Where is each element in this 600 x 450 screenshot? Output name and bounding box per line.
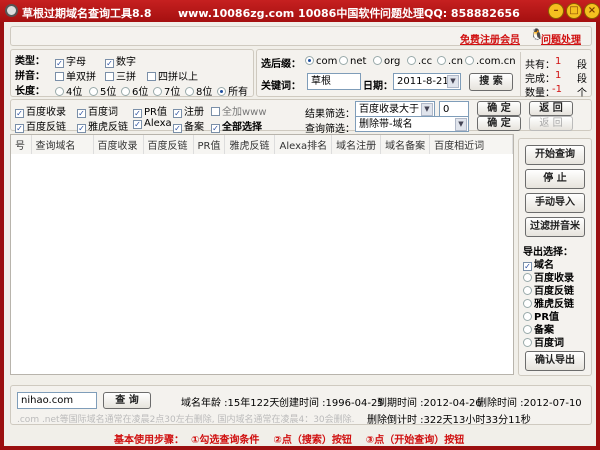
domain-age: 域名年龄 :15年122天 bbox=[181, 398, 280, 409]
manual-import-button[interactable]: 手动导入 bbox=[525, 193, 585, 213]
usage-steps: 基本使用步骤： ①勾选查询条件 ②点（搜索）按钮 ③点（开始查询）按钮 bbox=[114, 435, 465, 446]
main-window: 免费注册会员 🐧 问题处理 类型： ✓ 字母 ✓ 数字 拼音： 单双拼 三拼 四拼以… bbox=[4, 22, 596, 446]
length-4-radio[interactable]: 4位 bbox=[55, 83, 82, 98]
col-pr: PR值 bbox=[193, 135, 226, 154]
table-header: 号 查询域名 百度收录 百度反链 PR值 雅虎反链 Alexa排名 域名注册 域… bbox=[11, 135, 513, 154]
delete-date: 删除时间 :2012-07-10 bbox=[477, 398, 582, 409]
app-title: 草根过期域名查询工具8.8 bbox=[22, 7, 152, 20]
query-filter-select[interactable]: 删除带-域名 ▼ bbox=[355, 116, 469, 132]
length-8-radio[interactable]: 8位 bbox=[185, 83, 212, 98]
chevron-down-icon: ▼ bbox=[455, 118, 467, 131]
keyword-input[interactable]: 草根 bbox=[307, 73, 361, 90]
search-button[interactable]: 搜 索 bbox=[469, 73, 513, 91]
pinyin-12-checkbox[interactable]: 单双拼 bbox=[55, 68, 96, 83]
length-7-radio[interactable]: 7位 bbox=[153, 83, 180, 98]
search-group: 选后缀： com net org .cc .cn .com.cn 关键词： 草根… bbox=[256, 49, 592, 99]
delete-countdown: 删除倒计时 :322天13小时33分11秒 bbox=[367, 415, 531, 426]
result-back-button[interactable]: 返 回 bbox=[529, 101, 573, 116]
type-label: 类型： bbox=[15, 56, 45, 67]
register-link[interactable]: 免费注册会员 bbox=[460, 31, 520, 46]
start-query-button[interactable]: 开始查询 bbox=[525, 145, 585, 165]
col-index: 号 bbox=[11, 135, 32, 154]
stop-button[interactable]: 停 止 bbox=[525, 169, 585, 189]
divider bbox=[520, 52, 521, 96]
suffix-comcn-radio[interactable]: .com.cn bbox=[465, 56, 516, 67]
delete-note: .com .net等国际域名通常在凌晨2点30左右删除, 国内域名通常在凌晨4：… bbox=[17, 415, 355, 425]
pinyin-4-checkbox[interactable]: 四拼以上 bbox=[147, 68, 198, 83]
filter-alexa[interactable]: ✓ Alexa bbox=[133, 118, 172, 129]
lookup-panel: nihao.com 查 询 域名年龄 :15年122天 创建时间 :1996-0… bbox=[10, 385, 592, 426]
maximize-button[interactable]: □ bbox=[566, 3, 582, 19]
keyword-label: 关键词： bbox=[261, 81, 301, 92]
site-url: www.10086zg.com 10086中国软件 bbox=[178, 7, 381, 20]
results-table[interactable]: 号 查询域名 百度收录 百度反链 PR值 雅虎反链 Alexa排名 域名注册 域… bbox=[10, 134, 514, 375]
link-bar: 免费注册会员 🐧 问题处理 bbox=[10, 26, 592, 46]
col-domain: 查询域名 bbox=[31, 135, 94, 154]
app-icon bbox=[5, 4, 18, 17]
pinyin-label: 拼音： bbox=[15, 71, 45, 82]
export-baidu-word-radio[interactable]: 百度词 bbox=[523, 334, 564, 349]
lookup-button[interactable]: 查 询 bbox=[103, 392, 151, 409]
close-button[interactable]: × bbox=[584, 3, 600, 19]
suffix-cc-radio[interactable]: .cc bbox=[407, 56, 432, 67]
query-ok-button[interactable]: 确 定 bbox=[477, 116, 521, 131]
filter-beian[interactable]: ✓ 备案 bbox=[173, 118, 204, 133]
title-bar: 草根过期域名查询工具8.8 www.10086zg.com 10086中国软件 … bbox=[0, 0, 600, 22]
col-baidu-similar: 百度相近词 bbox=[429, 135, 513, 154]
filter-baidu-index[interactable]: ✓ 百度收录 bbox=[15, 103, 66, 118]
chevron-down-icon: ▼ bbox=[447, 75, 459, 88]
query-back-button[interactable]: 返 回 bbox=[529, 116, 573, 131]
col-yahoo-backlink: 雅虎反链 bbox=[224, 135, 276, 154]
result-ok-button[interactable]: 确 定 bbox=[477, 101, 521, 116]
side-panel: 开始查询 停 止 手动导入 过滤拼音米 导出选择： ✓ 域名 百度收录 百度反链 … bbox=[518, 138, 592, 376]
chevron-down-icon: ▼ bbox=[421, 103, 433, 116]
col-baidu-index: 百度收录 bbox=[93, 135, 144, 154]
date-label: 日期： bbox=[363, 81, 393, 92]
length-all-radio[interactable]: 所有 bbox=[217, 83, 248, 98]
minimize-button[interactable]: – bbox=[548, 3, 564, 19]
qq-info: 问题处理QQ: 858882656 bbox=[380, 7, 520, 20]
query-filter-label: 查询筛选： bbox=[305, 124, 355, 135]
domain-type-group: 类型： ✓ 字母 ✓ 数字 拼音： 单双拼 三拼 四拼以上 长度： 4位 5位 6位… bbox=[10, 49, 254, 98]
filter-www[interactable]: 全加www bbox=[211, 103, 267, 118]
result-filter-select[interactable]: 百度收录大于 ▼ bbox=[355, 101, 435, 117]
length-5-radio[interactable]: 5位 bbox=[89, 83, 116, 98]
confirm-export-button[interactable]: 确认导出 bbox=[525, 351, 585, 371]
select-all-checkbox[interactable]: ✓ 全部选择 bbox=[211, 118, 262, 133]
pinyin-3-checkbox[interactable]: 三拼 bbox=[105, 68, 136, 83]
help-link[interactable]: 问题处理 bbox=[541, 31, 581, 46]
date-picker[interactable]: 2011-8-21 ▼ bbox=[393, 73, 461, 90]
suffix-com-radio[interactable]: com bbox=[305, 56, 337, 67]
created-date: 创建时间 :1996-04-25 bbox=[279, 398, 384, 409]
letters-checkbox[interactable]: ✓ 字母 bbox=[55, 53, 86, 68]
col-baidu-backlink: 百度反链 bbox=[143, 135, 194, 154]
filter-pinyin-button[interactable]: 过滤拼音米 bbox=[525, 217, 585, 237]
suffix-cn-radio[interactable]: .cn bbox=[437, 56, 463, 67]
suffix-label: 选后缀： bbox=[261, 59, 301, 70]
suffix-org-radio[interactable]: org bbox=[373, 56, 400, 67]
filter-baidu-word[interactable]: ✓ 百度词 bbox=[77, 103, 118, 118]
length-6-radio[interactable]: 6位 bbox=[121, 83, 148, 98]
domain-lookup-input[interactable]: nihao.com bbox=[17, 392, 97, 409]
filter-baidu-backlink[interactable]: ✓ 百度反链 bbox=[15, 118, 66, 133]
col-beian: 域名备案 bbox=[380, 135, 431, 154]
result-filter-label: 结果筛选： bbox=[305, 109, 355, 120]
col-register: 域名注册 bbox=[331, 135, 382, 154]
length-label: 长度： bbox=[15, 86, 45, 97]
filter-register[interactable]: ✓ 注册 bbox=[173, 103, 204, 118]
filter-yahoo-backlink[interactable]: ✓ 雅虎反链 bbox=[77, 118, 128, 133]
expire-date: 到期时间 :2012-04-26 bbox=[377, 398, 482, 409]
filter-group: ✓ 百度收录 ✓ 百度词 ✓ PR值 ✓ 注册 全加www ✓ 百度反链 ✓ 雅虎反链 ✓ A… bbox=[10, 99, 592, 135]
suffix-net-radio[interactable]: net bbox=[339, 56, 366, 67]
filter-pr[interactable]: ✓ PR值 bbox=[133, 103, 167, 118]
col-alexa: Alexa排名 bbox=[274, 135, 333, 154]
digits-checkbox[interactable]: ✓ 数字 bbox=[105, 53, 136, 68]
result-filter-number[interactable]: 0 bbox=[439, 101, 469, 117]
